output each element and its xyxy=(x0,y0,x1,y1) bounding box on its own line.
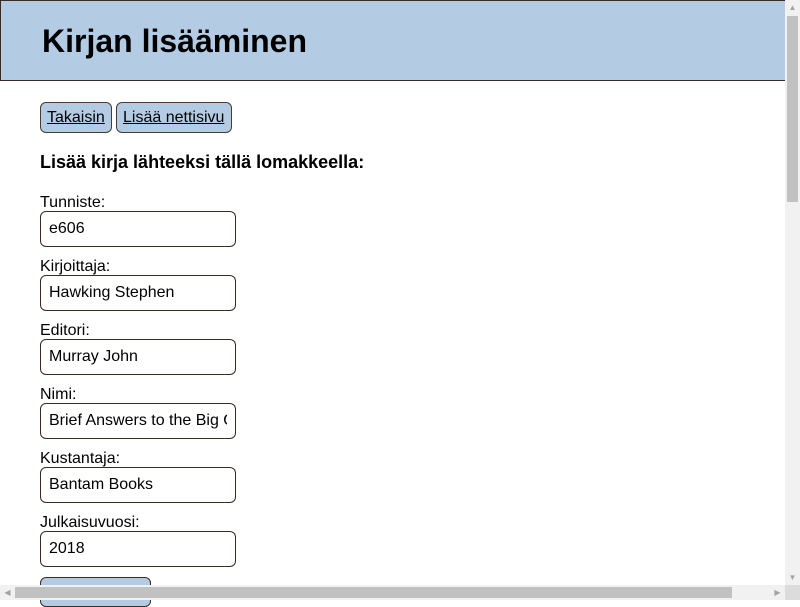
scrollbar-corner xyxy=(785,585,800,600)
horizontal-scrollbar[interactable]: ◀ ▶ xyxy=(0,585,785,600)
field-label: Kustantaja: xyxy=(40,450,121,467)
horizontal-scroll-thumb[interactable] xyxy=(15,587,732,598)
field-julkaisuvuosi: Julkaisuvuosi: xyxy=(40,513,236,567)
field-label: Julkaisuvuosi: xyxy=(40,514,140,531)
vertical-scrollbar[interactable]: ▲ ▼ xyxy=(785,0,800,585)
field-label: Tunniste: xyxy=(40,194,106,211)
field-label: Editori: xyxy=(40,322,90,339)
form-heading: Lisää kirja lähteeksi tällä lomakkeella: xyxy=(40,152,365,172)
page-header: Kirjan lisääminen xyxy=(0,0,786,81)
editori-input[interactable] xyxy=(40,339,236,375)
scroll-right-arrow-icon[interactable]: ▶ xyxy=(770,585,785,600)
vertical-scroll-thumb[interactable] xyxy=(787,16,798,202)
field-label: Nimi: xyxy=(40,386,77,403)
field-kirjoittaja: Kirjoittaja: xyxy=(40,257,236,311)
field-nimi: Nimi: xyxy=(40,385,236,439)
nimi-input[interactable] xyxy=(40,403,236,439)
julkaisuvuosi-input[interactable] xyxy=(40,531,236,567)
back-button[interactable]: Takaisin xyxy=(40,102,112,133)
scroll-down-arrow-icon[interactable]: ▼ xyxy=(785,570,800,585)
kirjoittaja-input[interactable] xyxy=(40,275,236,311)
add-website-button[interactable]: Lisää nettisivu xyxy=(116,102,232,133)
field-tunniste: Tunniste: xyxy=(40,193,236,247)
kustantaja-input[interactable] xyxy=(40,467,236,503)
field-kustantaja: Kustantaja: xyxy=(40,449,236,503)
field-editori: Editori: xyxy=(40,321,236,375)
scroll-up-arrow-icon[interactable]: ▲ xyxy=(785,0,800,15)
field-label: Kirjoittaja: xyxy=(40,258,111,275)
page-title: Kirjan lisääminen xyxy=(42,23,307,59)
scroll-left-arrow-icon[interactable]: ◀ xyxy=(0,585,15,600)
tunniste-input[interactable] xyxy=(40,211,236,247)
